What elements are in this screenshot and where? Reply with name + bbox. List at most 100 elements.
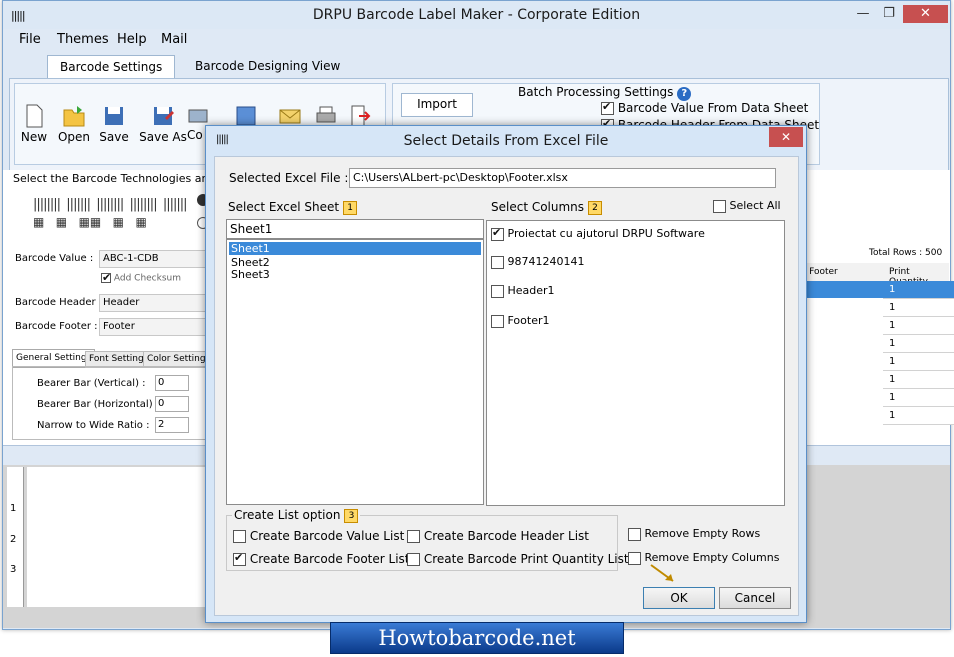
title-bar: ||||| DRPU Barcode Label Maker - Corpora…: [3, 1, 950, 29]
columns-list: Proiectat cu ajutorul DRPU Software 9874…: [486, 220, 785, 506]
column-item[interactable]: Footer1: [491, 314, 550, 328]
sheet-item[interactable]: Sheet1: [229, 242, 481, 255]
watermark-banner: Howtobarcode.net: [330, 622, 624, 654]
menu-help[interactable]: Help: [117, 32, 147, 47]
window-title: DRPU Barcode Label Maker - Corporate Edi…: [312, 7, 641, 23]
checkbox-column[interactable]: [491, 255, 504, 269]
bearer-horizontal-stepper[interactable]: 0: [155, 396, 189, 412]
column-label: Proiectat cu ajutorul DRPU Software: [507, 227, 705, 240]
tab-barcode-settings[interactable]: Barcode Settings: [47, 55, 176, 78]
barcode-footer-label: Barcode Footer :: [15, 321, 98, 332]
label-canvas[interactable]: [27, 467, 207, 607]
checkbox-qty-list[interactable]: [407, 553, 420, 566]
select-all[interactable]: Select All: [713, 199, 781, 213]
save-as-button[interactable]: Save As: [139, 104, 187, 144]
cancel-button[interactable]: Cancel: [719, 587, 791, 609]
checkbox-column[interactable]: [491, 284, 504, 298]
ruler-mark: 3: [10, 564, 17, 575]
save-button[interactable]: Save: [93, 104, 135, 144]
dialog-close-button[interactable]: ✕: [769, 127, 803, 147]
add-checksum[interactable]: Add Checksum: [101, 271, 182, 284]
new-button[interactable]: New: [13, 104, 55, 144]
columns-label: Select Columns 2: [491, 200, 603, 215]
checkbox-header-list[interactable]: [407, 530, 420, 543]
narrow-wide-ratio-label: Narrow to Wide Ratio :: [37, 420, 150, 431]
dialog-body: Selected Excel File : C:\Users\ALbert-pc…: [214, 156, 799, 616]
batch-option-value-label: Barcode Value From Data Sheet: [617, 101, 809, 115]
linear-barcode-icons[interactable]: |||||||| ||||||| |||||||| |||||||| |||||…: [33, 197, 187, 212]
barcode-header-field[interactable]: Header: [99, 294, 208, 312]
help-icon[interactable]: ?: [677, 87, 692, 101]
checkbox-column[interactable]: [491, 314, 504, 328]
narrow-wide-ratio-stepper[interactable]: 2: [155, 417, 189, 433]
batch-option-value[interactable]: Barcode Value From Data Sheet: [601, 100, 809, 115]
ok-button[interactable]: OK: [643, 587, 715, 609]
checkbox-footer-list[interactable]: [233, 551, 246, 566]
create-footer-list[interactable]: Create Barcode Footer List: [233, 551, 410, 566]
remove-empty-rows[interactable]: Remove Empty Rows: [628, 527, 760, 541]
create-header-list[interactable]: Create Barcode Header List: [407, 529, 589, 543]
sheet-label: Select Excel Sheet 1: [228, 200, 358, 215]
menu-mail[interactable]: Mail: [161, 32, 187, 47]
column-label: Header1: [507, 284, 555, 297]
menu-file[interactable]: File: [19, 32, 41, 47]
barcode-footer-field[interactable]: Footer: [99, 318, 208, 336]
checkbox-remove-rows[interactable]: [628, 527, 641, 541]
excel-dialog: ||||| Select Details From Excel File ✕ S…: [205, 125, 807, 623]
sheet-label-text: Select Excel Sheet: [228, 200, 340, 214]
barcode-value-field[interactable]: ABC-1-CDB: [99, 250, 208, 268]
column-label: Footer1: [507, 314, 550, 327]
grid-qty-cell[interactable]: 1: [883, 281, 954, 299]
close-button[interactable]: ✕: [903, 5, 948, 23]
sheet-item[interactable]: Sheet3: [229, 269, 481, 281]
column-item[interactable]: Header1: [491, 284, 555, 298]
bearer-vertical-stepper[interactable]: 0: [155, 375, 189, 391]
checkbox-value-from-sheet[interactable]: [601, 100, 614, 115]
minimize-button[interactable]: —: [849, 5, 877, 23]
checkbox-select-all[interactable]: [713, 199, 726, 213]
file-path-field[interactable]: C:\Users\ALbert-pc\Desktop\Footer.xlsx: [349, 168, 776, 188]
grid-qty-cell[interactable]: 1: [883, 407, 954, 425]
create-value-list[interactable]: Create Barcode Value List: [233, 529, 404, 543]
copy-label: Co: [187, 128, 203, 142]
column-item[interactable]: 98741240141: [491, 255, 584, 269]
step-badge-1: 1: [343, 200, 358, 215]
columns-label-text: Select Columns: [491, 200, 585, 214]
ruler-mark: 1: [10, 503, 17, 514]
grid-qty-cell[interactable]: 1: [883, 299, 954, 317]
grid-qty-cell[interactable]: 1: [883, 317, 954, 335]
new-file-icon: [26, 104, 43, 128]
arrow-pointer-icon: [650, 564, 674, 582]
column-label: 98741240141: [507, 255, 585, 268]
remove-rows-label: Remove Empty Rows: [644, 527, 761, 540]
tech-label: Select the Barcode Technologies and Ty: [13, 172, 231, 185]
2d-barcode-icons[interactable]: ▦ ▦ ▦▦ ▦ ▦: [33, 215, 147, 229]
tab-import[interactable]: Import: [401, 93, 473, 117]
barcode-value-label: Barcode Value :: [15, 253, 94, 264]
grid-qty-cell[interactable]: 1: [883, 335, 954, 353]
grid-qty-cell[interactable]: 1: [883, 353, 954, 371]
column-item[interactable]: Proiectat cu ajutorul DRPU Software: [491, 226, 705, 241]
qty-list-label: Create Barcode Print Quantity List: [423, 552, 629, 566]
create-qty-list[interactable]: Create Barcode Print Quantity List: [407, 552, 629, 566]
menu-themes[interactable]: Themes: [57, 32, 109, 47]
bearer-horizontal-label: Bearer Bar (Horizontal) :: [37, 399, 160, 410]
header-list-label: Create Barcode Header List: [423, 529, 590, 543]
list-option-label-text: Create List option: [234, 508, 341, 522]
maximize-button[interactable]: ❐: [875, 5, 903, 23]
total-rows: Total Rows : 500: [869, 248, 943, 258]
new-label: New: [20, 130, 48, 144]
tab-barcode-designing-view[interactable]: Barcode Designing View: [183, 55, 352, 77]
checkbox-value-list[interactable]: [233, 530, 246, 543]
open-button[interactable]: Open: [53, 104, 95, 144]
checkbox-column[interactable]: [491, 226, 504, 241]
save-label: Save: [99, 130, 129, 144]
step-badge-2: 2: [588, 200, 603, 215]
checkbox-add-checksum[interactable]: [101, 271, 111, 284]
checkbox-remove-cols[interactable]: [628, 551, 641, 565]
grid-qty-cell[interactable]: 1: [883, 389, 954, 407]
sheet-select[interactable]: Sheet1: [226, 219, 484, 239]
barcode-header-label: Barcode Header :: [15, 297, 103, 308]
grid-qty-cell[interactable]: 1: [883, 371, 954, 389]
add-checksum-label: Add Checksum: [113, 273, 182, 284]
